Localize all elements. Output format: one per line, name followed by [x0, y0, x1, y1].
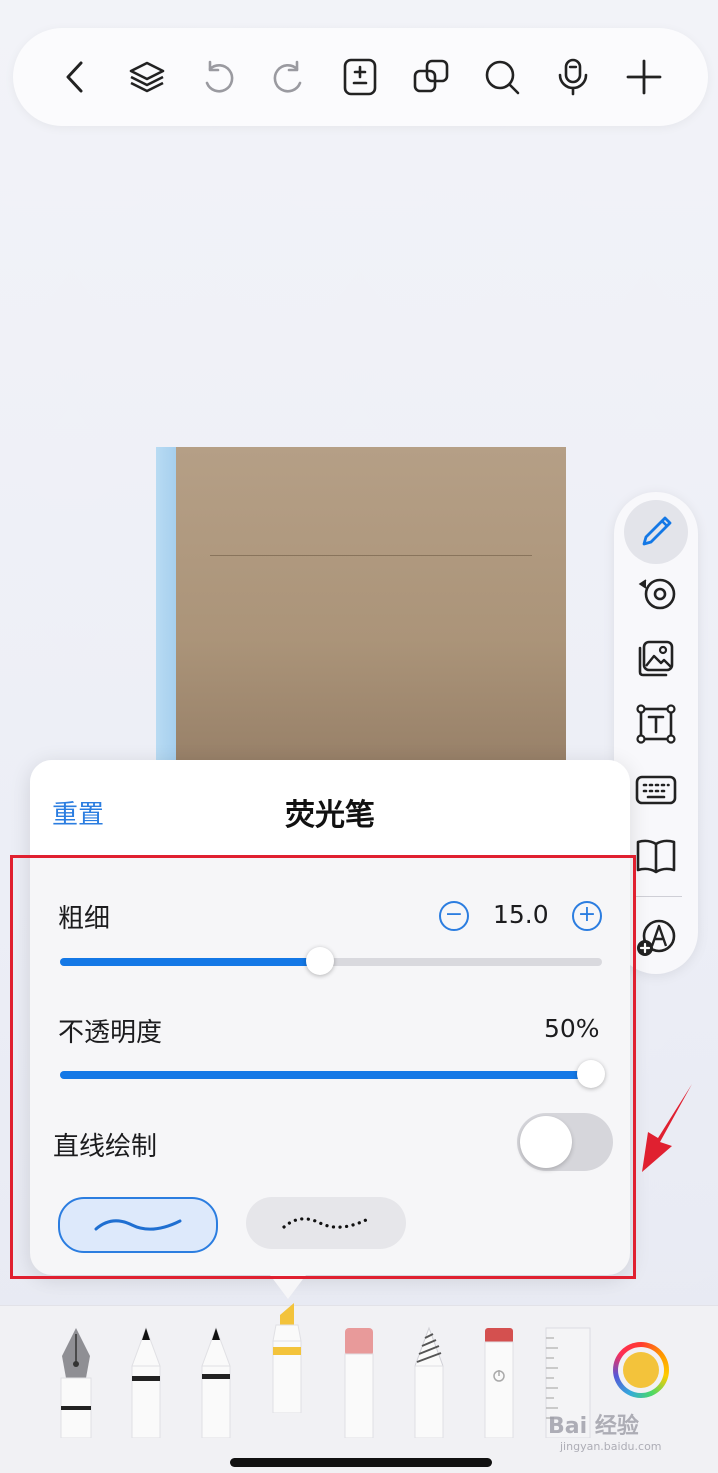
watermark-url: jingyan.baidu.com [560, 1440, 662, 1453]
layers-icon[interactable] [122, 52, 172, 102]
page-rule-line [210, 555, 532, 556]
notebook-spine [156, 447, 176, 767]
highlighter-tool-icon[interactable] [270, 1301, 304, 1413]
home-indicator[interactable] [230, 1458, 492, 1467]
annotation-highlight-box [10, 855, 636, 1279]
redo-icon[interactable] [264, 52, 314, 102]
duplicate-icon[interactable] [406, 52, 456, 102]
pen-tool-icon[interactable] [129, 1326, 163, 1438]
page-add-icon[interactable] [335, 52, 385, 102]
sidebar-divider [636, 896, 682, 897]
notebook-page[interactable] [176, 447, 566, 767]
pencil-tool-icon[interactable] [199, 1326, 233, 1438]
back-icon[interactable] [51, 52, 101, 102]
text-box-icon[interactable] [624, 692, 688, 756]
undo-icon[interactable] [193, 52, 243, 102]
color-picker-icon[interactable] [613, 1342, 669, 1398]
search-icon[interactable] [477, 52, 527, 102]
watermark: Bai 经验 [548, 1414, 639, 1439]
eraser-tool-icon[interactable] [342, 1326, 376, 1438]
top-toolbar [13, 28, 708, 126]
pen-icon[interactable] [624, 500, 688, 564]
spray-tool-icon[interactable] [482, 1326, 516, 1438]
color-ring-gap [618, 1347, 664, 1393]
microphone-icon[interactable] [548, 52, 598, 102]
lasso-tool-icon[interactable] [412, 1326, 446, 1438]
image-icon[interactable] [624, 626, 688, 690]
panel-title: 荧光笔 [285, 798, 375, 833]
current-color-swatch [623, 1352, 659, 1388]
annotation-arrow-icon [642, 1084, 692, 1172]
plus-icon[interactable] [619, 52, 669, 102]
keyboard-icon[interactable] [624, 758, 688, 822]
panel-header: 重置 荧光笔 [30, 760, 630, 855]
tape-icon[interactable] [624, 560, 688, 624]
fountain-pen-icon[interactable] [57, 1326, 95, 1438]
